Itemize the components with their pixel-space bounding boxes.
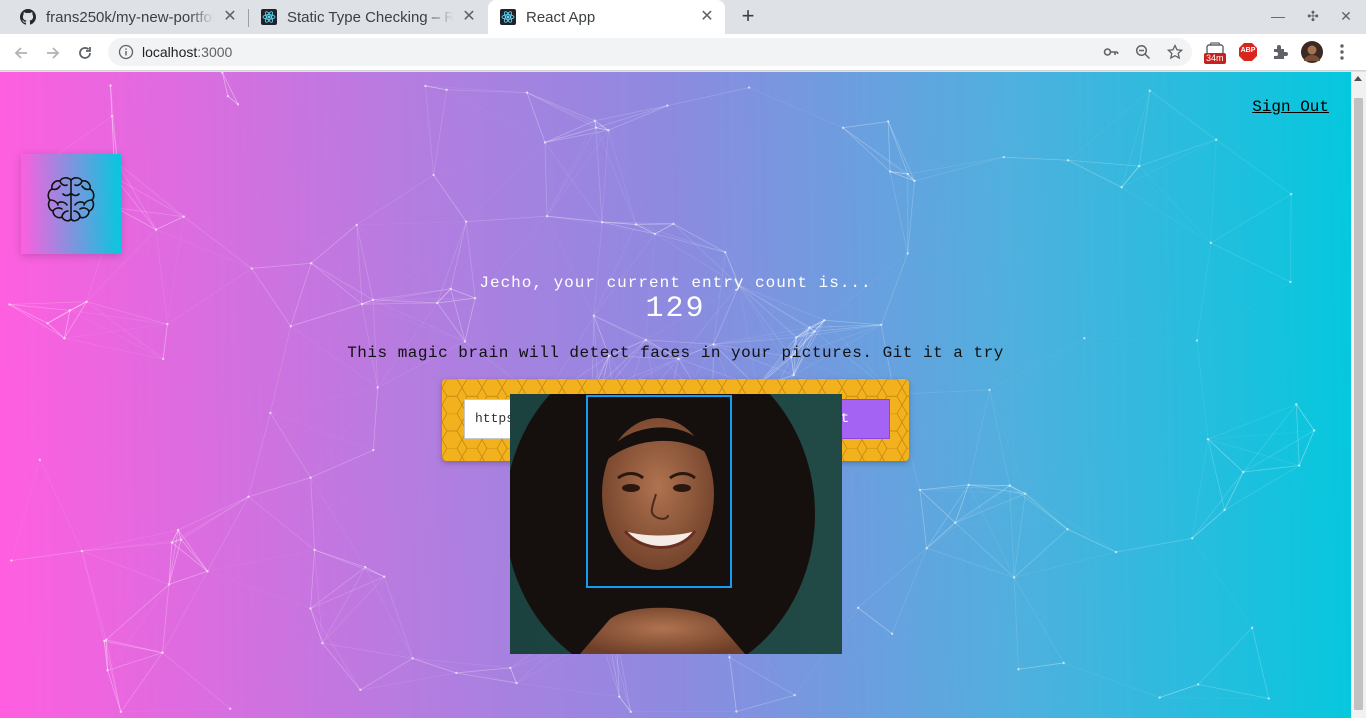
sign-out-link[interactable]: Sign Out	[1252, 98, 1329, 116]
scroll-up-icon[interactable]	[1354, 76, 1362, 81]
tab-title: React App	[526, 8, 596, 26]
back-icon[interactable]	[10, 42, 32, 64]
forward-icon[interactable]	[42, 42, 64, 64]
key-icon[interactable]	[1103, 44, 1119, 60]
github-icon	[20, 9, 36, 25]
tab-github[interactable]: frans250k/my-new-portfol ✕	[8, 0, 248, 34]
extensions-puzzle-icon[interactable]	[1268, 40, 1292, 64]
tab-react-app[interactable]: React App ✕	[488, 0, 725, 34]
profile-avatar[interactable]	[1300, 40, 1324, 64]
minimize-icon[interactable]: —	[1268, 8, 1288, 24]
close-icon[interactable]: ✕	[699, 9, 715, 25]
browser-menu-icon[interactable]	[1330, 40, 1354, 64]
url-host: localhost	[142, 44, 198, 60]
new-tab-button[interactable]: +	[736, 5, 760, 29]
site-info-icon[interactable]	[118, 44, 134, 60]
react-icon	[500, 9, 516, 25]
tab-static-type-checking[interactable]: Static Type Checking – Re ✕	[249, 0, 487, 34]
tagline: This magic brain will detect faces in yo…	[347, 344, 1004, 362]
close-window-icon[interactable]: ✕	[1336, 8, 1356, 25]
tab-title: frans250k/my-new-portfol	[46, 8, 214, 26]
page-scrollbar[interactable]	[1351, 72, 1366, 718]
bookmark-star-icon[interactable]	[1167, 44, 1183, 60]
zoom-out-icon[interactable]	[1135, 44, 1151, 60]
face-bounding-box	[586, 395, 732, 588]
adblock-plus-icon[interactable]: ABP	[1236, 40, 1260, 64]
timer-extension-icon[interactable]: 34m	[1203, 40, 1227, 64]
browser-toolbar: localhost:3000 34m ABP	[0, 34, 1366, 71]
scrollbar-thumb[interactable]	[1354, 98, 1363, 710]
entry-greeting: Jecho, your current entry count is...	[479, 274, 872, 292]
reload-icon[interactable]	[74, 42, 96, 64]
url-text: localhost:3000	[142, 44, 232, 60]
brain-logo[interactable]	[21, 154, 121, 254]
entry-count: 129	[645, 292, 706, 326]
tab-bar: frans250k/my-new-portfol ✕ Static Type C…	[0, 0, 1366, 34]
close-icon[interactable]: ✕	[222, 9, 238, 25]
url-port: :3000	[197, 44, 233, 60]
restore-icon[interactable]: ✣	[1303, 8, 1323, 25]
close-icon[interactable]: ✕	[461, 9, 477, 25]
brain-icon	[47, 177, 95, 222]
react-icon	[261, 9, 277, 25]
address-bar[interactable]: localhost:3000	[108, 38, 1192, 66]
tab-title: Static Type Checking – Re	[287, 8, 453, 26]
adblock-label: ABP	[1240, 47, 1256, 54]
extension-badge: 34m	[1204, 53, 1226, 64]
